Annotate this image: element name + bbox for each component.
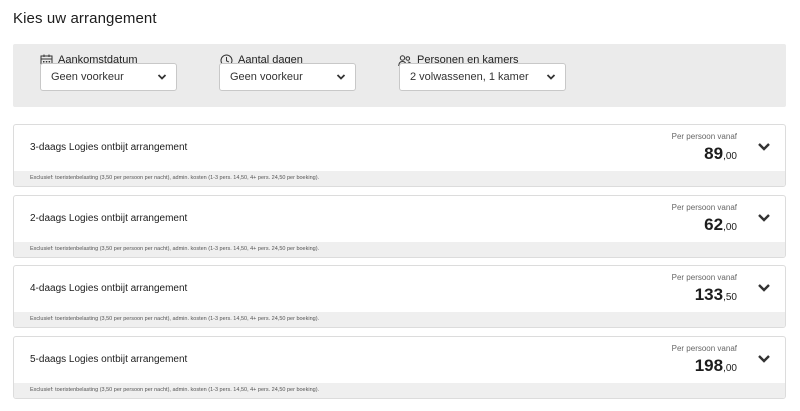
price-note: Exclusief: toeristenbelasting (3,50 per … <box>14 171 785 186</box>
price-note: Exclusief: toeristenbelasting (3,50 per … <box>14 312 785 327</box>
persons-select[interactable]: 2 volwassenen, 1 kamer <box>399 63 566 91</box>
arrival-value: Geen voorkeur <box>51 71 124 83</box>
chevron-down-icon[interactable] <box>757 354 771 364</box>
price: 133,50 <box>695 285 737 305</box>
page-title: Kies uw arrangement <box>13 10 157 27</box>
price-integer: 198 <box>694 356 724 375</box>
filter-bar: Aankomstdatum Geen voorkeur Aantal dagen… <box>13 44 786 107</box>
package-name: 5-daags Logies ontbijt arrangement <box>30 354 188 365</box>
package-card[interactable]: 4-daags Logies ontbijt arrangement Per p… <box>13 265 786 328</box>
chevron-down-icon[interactable] <box>757 213 771 223</box>
chevron-down-icon[interactable] <box>757 283 771 293</box>
price-decimals: ,00 <box>723 222 737 233</box>
price-integer: 62 <box>704 215 724 234</box>
price: 198,00 <box>695 356 737 376</box>
per-person-label: Per persoon vanaf <box>671 273 737 282</box>
days-select[interactable]: Geen voorkeur <box>219 63 356 91</box>
package-card[interactable]: 3-daags Logies ontbijt arrangement Per p… <box>13 124 786 187</box>
price: 62,00 <box>704 215 737 235</box>
package-name: 3-daags Logies ontbijt arrangement <box>30 142 188 153</box>
package-name: 4-daags Logies ontbijt arrangement <box>30 283 188 294</box>
persons-value: 2 volwassenen, 1 kamer <box>410 71 529 83</box>
price-note: Exclusief: toeristenbelasting (3,50 per … <box>14 242 785 257</box>
price: 89,00 <box>704 144 737 164</box>
price-note: Exclusief: toeristenbelasting (3,50 per … <box>14 383 785 398</box>
arrival-select[interactable]: Geen voorkeur <box>40 63 177 91</box>
per-person-label: Per persoon vanaf <box>671 203 737 212</box>
package-card[interactable]: 2-daags Logies ontbijt arrangement Per p… <box>13 195 786 258</box>
price-decimals: ,50 <box>723 292 737 303</box>
days-value: Geen voorkeur <box>230 71 303 83</box>
price-integer: 133 <box>694 285 724 304</box>
package-card[interactable]: 5-daags Logies ontbijt arrangement Per p… <box>13 336 786 399</box>
chevron-down-icon <box>546 74 556 80</box>
chevron-down-icon <box>336 74 346 80</box>
chevron-down-icon <box>157 74 167 80</box>
per-person-label: Per persoon vanaf <box>671 132 737 141</box>
price-decimals: ,00 <box>723 363 737 374</box>
price-integer: 89 <box>704 144 724 163</box>
per-person-label: Per persoon vanaf <box>671 344 737 353</box>
price-decimals: ,00 <box>723 151 737 162</box>
chevron-down-icon[interactable] <box>757 142 771 152</box>
package-name: 2-daags Logies ontbijt arrangement <box>30 213 188 224</box>
